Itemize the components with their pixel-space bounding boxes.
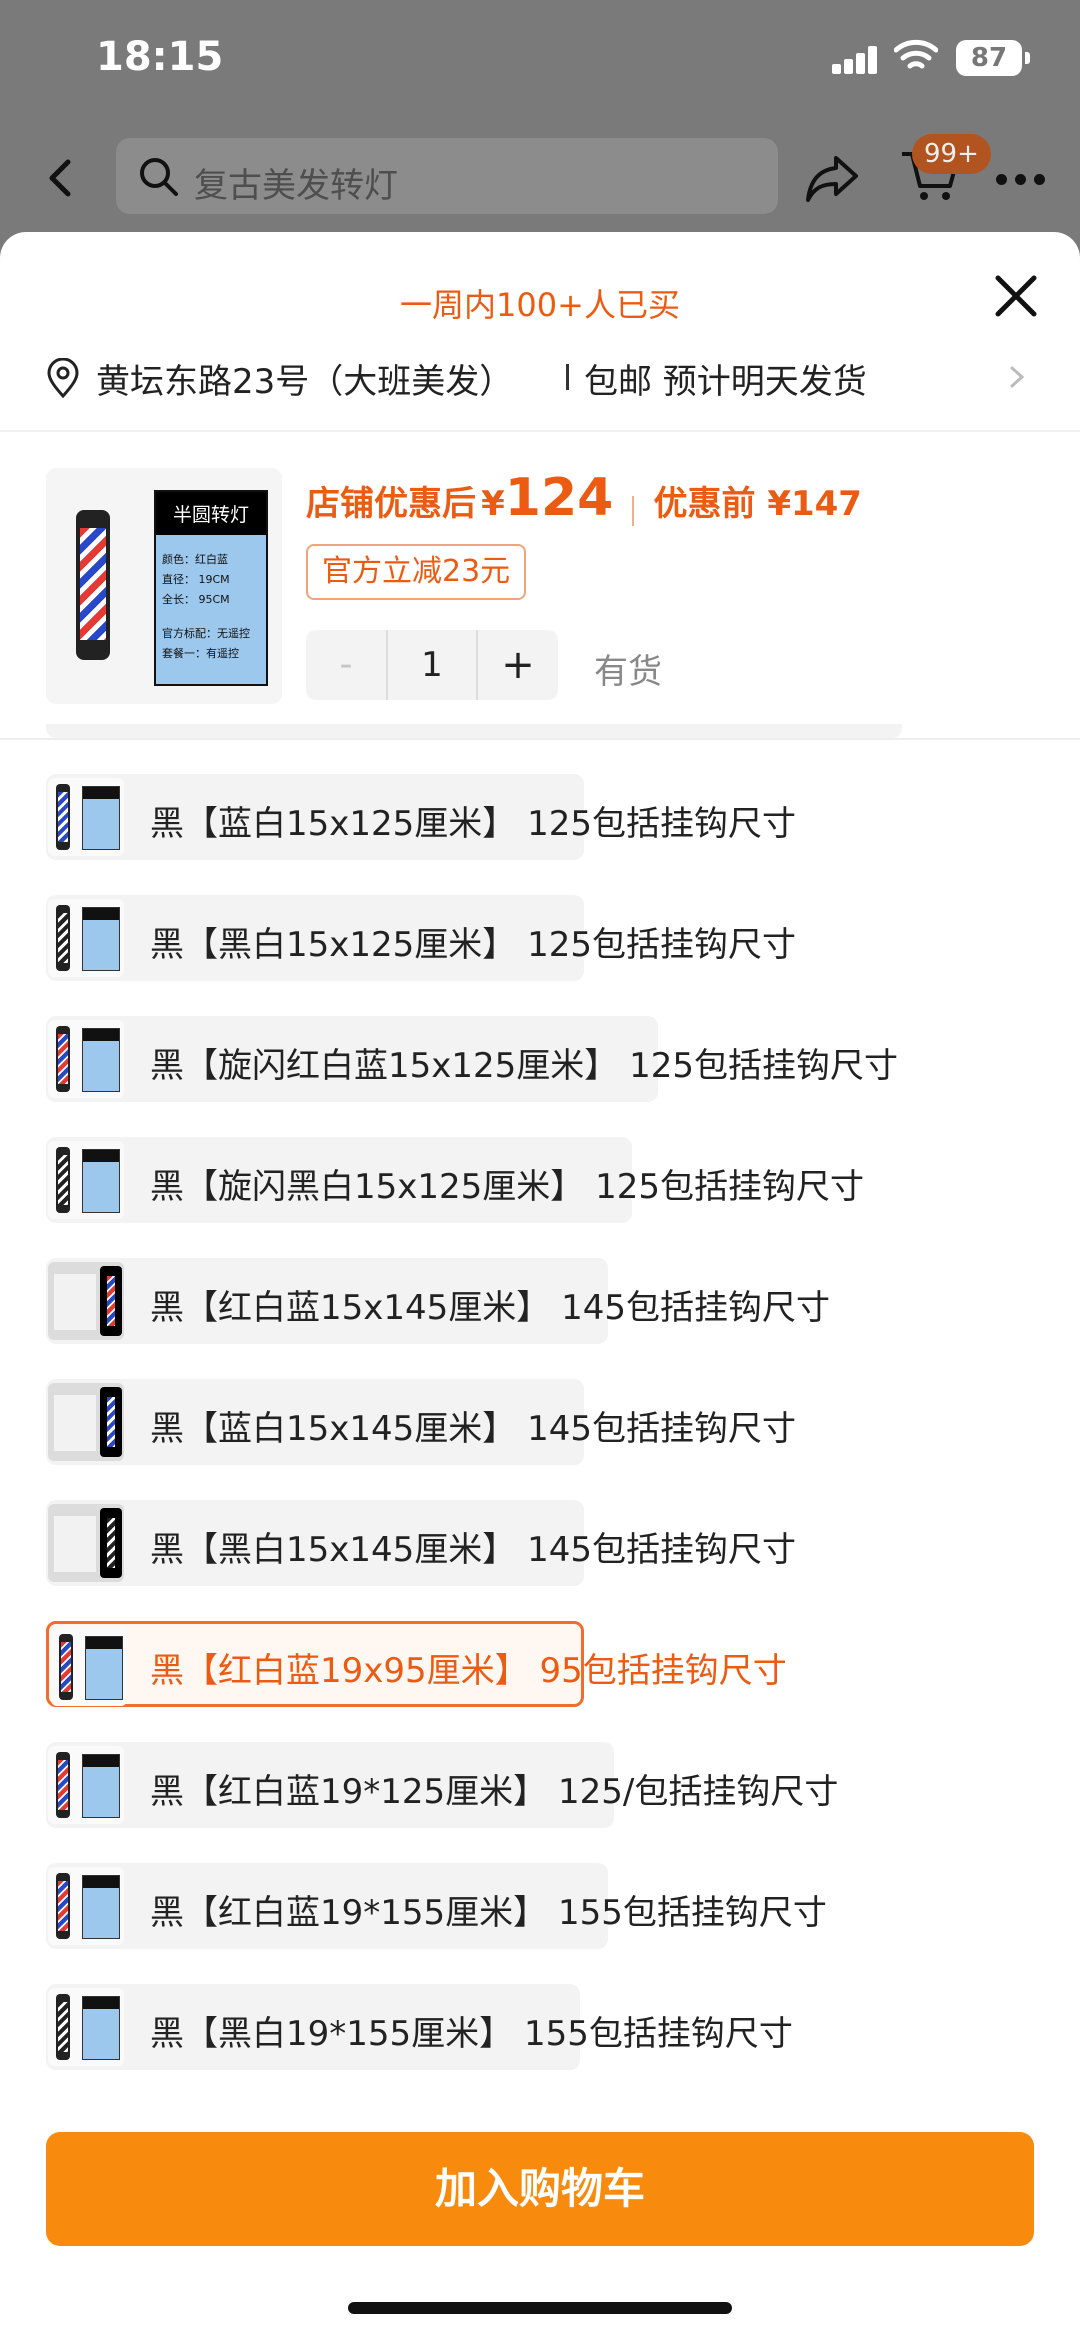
quantity-stepper: - 1 + (306, 630, 558, 700)
stock-status: 有货 (594, 652, 662, 692)
purchase-count-banner: 一周内100+人已买 (400, 286, 680, 324)
cart-count-badge: 99+ (912, 134, 991, 174)
spec-line: 直径： 19CM (162, 573, 230, 586)
variant-option-label: 黑【旋闪黑白15x125厘米】 125包括挂钩尺寸 (150, 1167, 864, 1207)
search-placeholder: 复古美发转灯 (194, 166, 398, 206)
divider (0, 738, 1080, 740)
share-icon[interactable] (802, 150, 862, 206)
shipping-info: 包邮 预计明天发货 (584, 362, 867, 402)
variant-option[interactable]: 黑【红白蓝19*155厘米】 155包括挂钩尺寸 (46, 1863, 827, 1949)
spec-line: 颜色：红白蓝 (162, 553, 228, 566)
location-pin-icon (47, 358, 79, 398)
discount-price: 124 (504, 468, 614, 528)
variant-option-label: 黑【黑白15x145厘米】 145包括挂钩尺寸 (150, 1530, 796, 1570)
search-input[interactable]: 复古美发转灯 (116, 138, 778, 214)
variant-option-label: 黑【红白蓝19*125厘米】 125/包括挂钩尺寸 (150, 1772, 839, 1812)
back-arrow-icon[interactable] (40, 148, 80, 208)
variant-option[interactable]: 黑【红白蓝19*125厘米】 125/包括挂钩尺寸 (46, 1742, 838, 1828)
address-separator (566, 364, 569, 390)
variant-option[interactable]: 黑【黑白15x125厘米】 125包括挂钩尺寸 (46, 895, 796, 981)
barber-pole-image (76, 510, 110, 660)
close-icon[interactable] (990, 270, 1042, 322)
spec-line: 全长： 95CM (162, 593, 230, 606)
variant-option[interactable]: 黑【黑白15x145厘米】 145包括挂钩尺寸 (46, 1500, 796, 1586)
more-options-icon[interactable] (996, 170, 1056, 185)
currency-symbol: ¥ (481, 484, 505, 524)
price-separator (632, 495, 635, 526)
delivery-address: 黄坛东路23号（大班美发） (96, 362, 514, 402)
variant-option-label: 黑【红白蓝19x95厘米】 95包括挂钩尺寸 (150, 1651, 787, 1691)
spec-line: 套餐一：有遥控 (162, 647, 239, 660)
quantity-input[interactable]: 1 (386, 630, 478, 700)
variant-option-label: 黑【蓝白15x145厘米】 145包括挂钩尺寸 (150, 1409, 796, 1449)
chevron-right-icon (1010, 366, 1025, 388)
variant-thumbnail (48, 1504, 124, 1582)
spec-card-title: 半圆转灯 (156, 492, 266, 535)
product-image[interactable]: 半圆转灯 颜色：红白蓝 直径： 19CM 全长： 95CM 官方标配：无遥控 套… (46, 468, 282, 704)
sku-selection-sheet: 一周内100+人已买 黄坛东路23号（大班美发） 包邮 预计明天发货 半圆转灯 … (0, 232, 1080, 2337)
home-indicator (348, 2302, 732, 2314)
coupon-badge: 官方立减23元 (306, 544, 527, 600)
original-price: 优惠前 ¥147 (653, 484, 862, 524)
variant-option[interactable]: 黑【红白蓝15x145厘米】 145包括挂钩尺寸 (46, 1258, 830, 1344)
variant-thumbnail (48, 1020, 124, 1098)
search-icon (140, 158, 178, 196)
variant-option[interactable]: 黑【蓝白15x125厘米】 125包括挂钩尺寸 (46, 774, 796, 860)
discount-price-label: 店铺优惠后 (306, 484, 476, 524)
increase-quantity-button[interactable]: + (478, 630, 558, 700)
variant-thumbnail (48, 1383, 124, 1461)
battery-icon: 87 (956, 40, 1030, 76)
status-bar: 18:15 87 (0, 0, 1080, 120)
divider (0, 430, 1080, 432)
variant-option[interactable]: 黑【旋闪红白蓝15x125厘米】 125包括挂钩尺寸 (46, 1016, 898, 1102)
variant-option-label: 黑【黑白15x125厘米】 125包括挂钩尺寸 (150, 925, 796, 965)
variant-thumbnail (51, 1628, 127, 1706)
add-to-cart-button[interactable]: 加入购物车 (46, 2132, 1034, 2246)
delivery-address-row[interactable]: 黄坛东路23号（大班美发） 包邮 预计明天发货 (46, 350, 1036, 402)
variant-thumbnail (48, 1141, 124, 1219)
variant-thumbnail (48, 1262, 124, 1340)
variant-option[interactable]: 黑【黑白19*155厘米】 155包括挂钩尺寸 (46, 1984, 793, 2070)
variant-option-selected[interactable]: 黑【红白蓝19x95厘米】 95包括挂钩尺寸 (46, 1621, 787, 1707)
variant-option-label: 黑【旋闪红白蓝15x125厘米】 125包括挂钩尺寸 (150, 1046, 898, 1086)
cellular-signal-icon (832, 46, 878, 74)
variant-option[interactable]: 黑【蓝白15x145厘米】 145包括挂钩尺寸 (46, 1379, 796, 1465)
spec-line: 官方标配：无遥控 (162, 627, 250, 640)
status-time: 18:15 (96, 34, 224, 80)
variant-thumbnail (48, 1867, 124, 1945)
option-peek (46, 724, 902, 738)
variant-option-label: 黑【黑白19*155厘米】 155包括挂钩尺寸 (150, 2014, 793, 2054)
wifi-icon (894, 39, 938, 69)
variant-option-label: 黑【红白蓝19*155厘米】 155包括挂钩尺寸 (150, 1893, 827, 1933)
top-nav-bar: 复古美发转灯 99+ (0, 130, 1080, 230)
decrease-quantity-button[interactable]: - (306, 630, 386, 700)
variant-option[interactable]: 黑【旋闪黑白15x125厘米】 125包括挂钩尺寸 (46, 1137, 864, 1223)
variant-option-label: 黑【红白蓝15x145厘米】 145包括挂钩尺寸 (150, 1288, 830, 1328)
variant-thumbnail (48, 778, 124, 856)
product-spec-card: 半圆转灯 颜色：红白蓝 直径： 19CM 全长： 95CM 官方标配：无遥控 套… (154, 490, 268, 686)
variant-thumbnail (48, 899, 124, 977)
price-row: 店铺优惠后 ¥124 优惠前 ¥147 (306, 468, 862, 538)
variant-thumbnail (48, 1746, 124, 1824)
variant-thumbnail (48, 1988, 124, 2066)
variant-option-label: 黑【蓝白15x125厘米】 125包括挂钩尺寸 (150, 804, 796, 844)
